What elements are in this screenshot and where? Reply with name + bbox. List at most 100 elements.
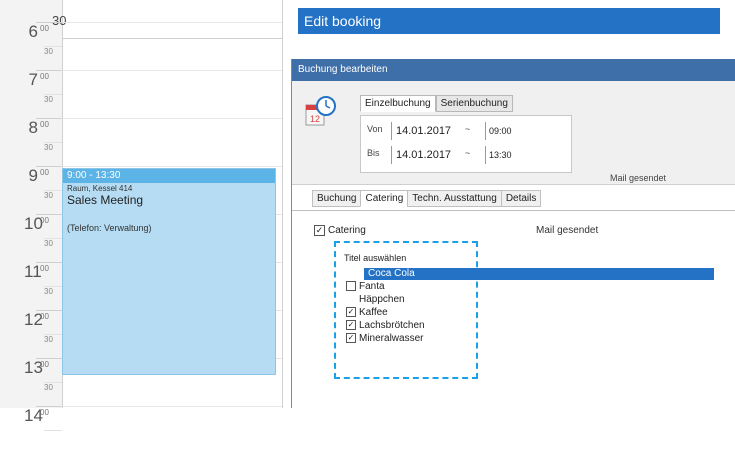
list-item[interactable]: Coca Cola	[346, 267, 425, 280]
from-date-field[interactable]: 14.01.2017	[391, 122, 466, 140]
catering-label: Catering	[328, 225, 366, 237]
hour-line	[36, 70, 62, 71]
hour-row: 6 00 30	[0, 22, 62, 70]
event-title: Sales Meeting	[67, 193, 144, 207]
half-hour-label: 30	[44, 191, 53, 200]
hour-number: 6	[28, 22, 38, 41]
item-label: Lachsbrötchen	[359, 320, 425, 331]
list-item[interactable]: Fanta	[346, 280, 425, 293]
grid-line	[62, 118, 282, 119]
hour-minutes: 00	[40, 120, 49, 129]
mail-status-top: Mail gesendet	[610, 173, 667, 183]
hour-number: 14	[24, 406, 43, 425]
hour-row: 10 00 30	[0, 214, 62, 262]
item-label: Coca Cola	[368, 268, 415, 279]
hour-line	[36, 22, 62, 23]
list-item[interactable]: ✓ Kaffee	[346, 306, 425, 319]
list-header: Titel auswählen	[344, 253, 407, 263]
from-time-field[interactable]: 09:00	[485, 122, 525, 140]
hour-number: 10	[24, 214, 43, 233]
to-label: Bis	[367, 148, 380, 158]
time-range-fields: Von 14.01.2017 ~ 09:00 Bis 14.01.2017 ~ …	[360, 115, 572, 173]
event-room: Raum, Kessel 414	[67, 184, 133, 193]
hour-row: 7 00 30	[0, 70, 62, 118]
main-tabs: Buchung Catering Techn. Ausstattung Deta…	[312, 190, 542, 207]
to-row: Bis 14.01.2017 ~ 13:30	[361, 144, 571, 166]
hour-row: 9 00 30	[0, 166, 62, 214]
catering-item-list: Coca Cola Fanta Häppchen ✓ Kaffee ✓ Lachsb…	[346, 267, 425, 345]
item-checkbox[interactable]: ✓	[346, 333, 356, 344]
item-label: Häppchen	[359, 294, 405, 305]
hour-minutes: 00	[40, 168, 49, 177]
grid-line	[62, 22, 282, 23]
hour-number: 8	[28, 118, 38, 137]
half-hour-label: 30	[44, 287, 53, 296]
calendar-clock-icon: 12	[305, 96, 336, 126]
to-date-dropdown[interactable]: ~	[465, 148, 470, 158]
hour-minutes: 00	[40, 216, 49, 225]
from-label: Von	[367, 124, 383, 134]
to-time-field[interactable]: 13:30	[485, 146, 525, 164]
half-hour-label: 30	[44, 95, 53, 104]
hour-row: 14 00	[0, 406, 62, 454]
grid-line	[62, 38, 282, 39]
svg-text:12: 12	[310, 114, 320, 124]
dialog-header: Buchung bearbeiten	[292, 59, 735, 81]
hour-number: 7	[28, 70, 38, 89]
half-hour-label: 30	[44, 335, 53, 344]
hour-minutes: 00	[40, 312, 49, 321]
mail-status: Mail gesendet	[536, 225, 599, 236]
hour-row: 13 00 30	[0, 358, 62, 406]
hour-line	[36, 166, 62, 167]
edit-booking-dialog: Buchung bearbeiten 12 Einzelbuchung Seri…	[291, 59, 735, 408]
booking-time-panel: 12 Einzelbuchung Serienbuchung Von 14.01…	[292, 81, 735, 185]
hour-minutes: 00	[40, 408, 49, 417]
list-item[interactable]: ✓ Lachsbrötchen	[346, 319, 425, 332]
tab-catering[interactable]: Catering	[360, 190, 408, 207]
half-hour-label: 30	[44, 383, 53, 392]
hour-number: 13	[24, 358, 43, 377]
tab-details[interactable]: Details	[500, 190, 542, 207]
grid-line	[62, 70, 282, 71]
item-checkbox[interactable]: ✓	[346, 320, 356, 331]
hour-number: 9	[28, 166, 38, 185]
window-title-bar: Edit booking	[298, 8, 720, 34]
hour-line	[36, 118, 62, 119]
half-hour-label: 30	[44, 239, 53, 248]
tab-divider	[292, 210, 735, 211]
item-checkbox[interactable]	[346, 281, 356, 292]
hour-minutes: 00	[40, 360, 49, 369]
from-date-dropdown[interactable]: ~	[465, 124, 470, 134]
item-label: Fanta	[359, 281, 385, 292]
tab-buchung[interactable]: Buchung	[312, 190, 361, 207]
grid-line	[62, 166, 282, 167]
half-hour-label: 30	[44, 47, 53, 56]
hour-minutes: 00	[40, 24, 49, 33]
catering-checkbox-row[interactable]: ✓ Catering	[314, 225, 366, 236]
event-phone: (Telefon: Verwaltung)	[67, 223, 152, 233]
hour-number: 11	[24, 262, 42, 281]
hour-row: 11 00 30	[0, 262, 62, 310]
half-hour-line	[44, 430, 62, 431]
calendar-event[interactable]: 9:00 - 13:30 Raum, Kessel 414 Sales Meet…	[62, 168, 276, 375]
to-date-field[interactable]: 14.01.2017	[391, 146, 466, 164]
grid-line	[62, 406, 282, 407]
hour-number: 12	[24, 310, 43, 329]
item-label: Kaffee	[359, 307, 388, 318]
event-time: 9:00 - 13:30	[63, 169, 275, 183]
hour-row: 8 00 30	[0, 118, 62, 166]
tab-series-booking[interactable]: Serienbuchung	[435, 95, 513, 112]
catering-checkbox[interactable]: ✓	[314, 225, 325, 236]
booking-type-tabs: Einzelbuchung Serienbuchung	[360, 95, 513, 112]
hour-row: 12 00 30	[0, 310, 62, 358]
column-divider	[282, 0, 283, 408]
item-label: Mineralwasser	[359, 333, 424, 344]
list-item[interactable]: ✓ Mineralwasser	[346, 332, 425, 345]
item-checkbox[interactable]: ✓	[346, 307, 356, 318]
hour-minutes: 00	[40, 72, 49, 81]
from-row: Von 14.01.2017 ~ 09:00	[361, 120, 571, 142]
tab-single-booking[interactable]: Einzelbuchung	[360, 95, 436, 112]
tab-equipment[interactable]: Techn. Ausstattung	[407, 190, 501, 207]
half-hour-label: 30	[44, 143, 53, 152]
list-item[interactable]: Häppchen	[346, 293, 425, 306]
